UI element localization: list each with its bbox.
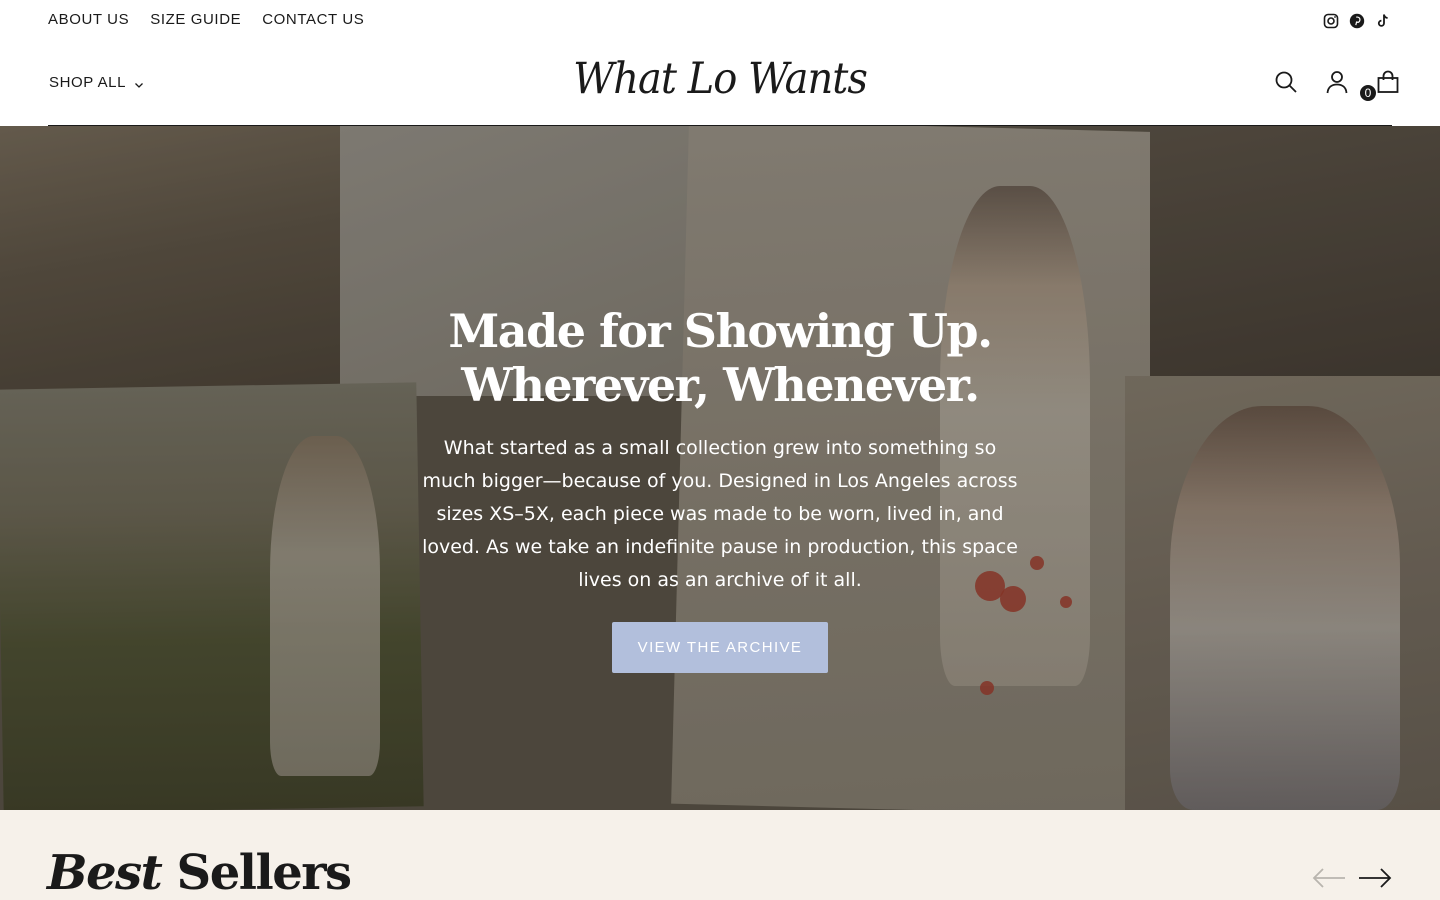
account-icon[interactable] xyxy=(1325,70,1349,94)
main-header: Shop All What Lo Wants 0 xyxy=(0,42,1440,126)
instagram-icon[interactable] xyxy=(1323,13,1339,29)
arrow-right-icon[interactable] xyxy=(1358,866,1392,890)
search-icon[interactable] xyxy=(1274,70,1298,94)
shop-all-label: Shop All xyxy=(49,74,127,91)
header-actions: 0 xyxy=(1274,70,1400,102)
hero-title: Made for Showing Up. Wherever, Whenever. xyxy=(420,304,1020,412)
hero-description: What started as a small collection grew … xyxy=(422,437,1018,591)
cart-icon[interactable]: 0 xyxy=(1359,70,1400,102)
hero-title-line-1: Made for Showing Up. xyxy=(448,304,993,358)
hero-content: Made for Showing Up. Wherever, Whenever.… xyxy=(420,304,1020,673)
view-archive-button[interactable]: View the Archive xyxy=(612,622,828,673)
best-sellers-heading-rest: Sellers xyxy=(176,845,353,900)
shop-all-menu[interactable]: Shop All xyxy=(49,74,144,91)
carousel-controls xyxy=(1312,866,1392,890)
tiktok-icon[interactable] xyxy=(1375,13,1391,29)
nav-link-contact-us[interactable]: Contact Us xyxy=(262,11,364,28)
chevron-down-icon xyxy=(134,80,144,90)
cart-count-badge: 0 xyxy=(1359,84,1377,102)
social-links xyxy=(1323,13,1391,29)
best-sellers-heading-italic: Best xyxy=(47,845,163,900)
best-sellers-section: Best Sellers xyxy=(0,810,1440,900)
best-sellers-heading: Best Sellers xyxy=(47,845,353,900)
utility-nav: About Us Size Guide Contact Us xyxy=(48,11,364,28)
hero-banner: Made for Showing Up. Wherever, Whenever.… xyxy=(0,126,1440,810)
utility-bar: About Us Size Guide Contact Us xyxy=(0,0,1440,42)
site-logo[interactable]: What Lo Wants xyxy=(560,54,880,104)
pinterest-icon[interactable] xyxy=(1349,13,1365,29)
hero-title-line-2: Wherever, Whenever. xyxy=(461,358,980,412)
nav-link-size-guide[interactable]: Size Guide xyxy=(150,11,241,28)
nav-link-about-us[interactable]: About Us xyxy=(48,11,129,28)
arrow-left-icon[interactable] xyxy=(1312,866,1346,890)
